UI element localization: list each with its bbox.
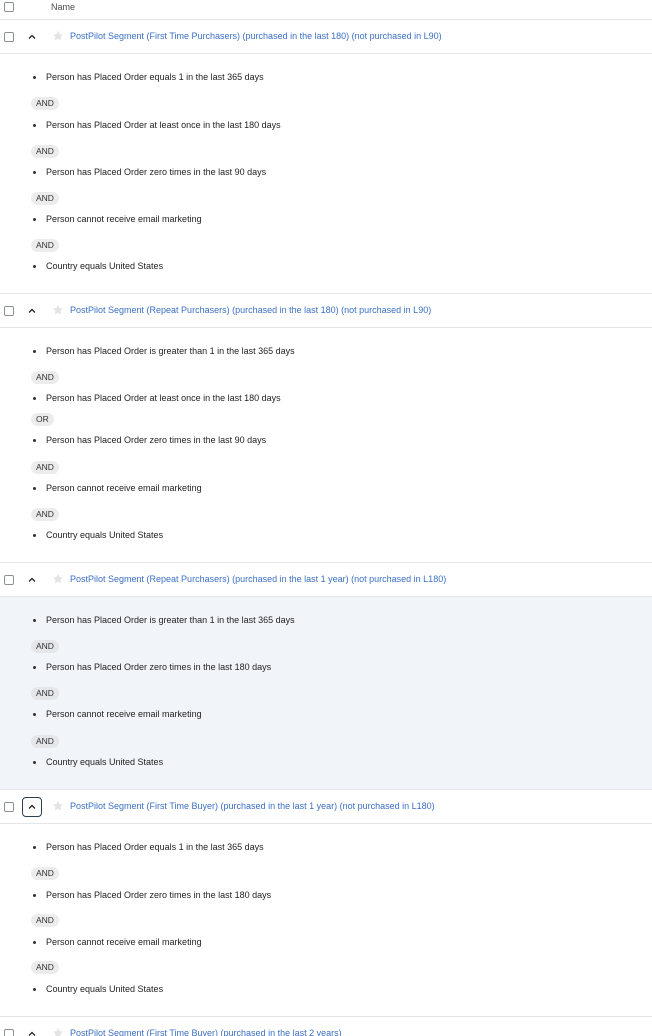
chevron-up-icon[interactable] xyxy=(22,27,42,47)
segment-row[interactable]: PostPilot Segment (First Time Buyer) (pu… xyxy=(0,790,652,824)
star-icon[interactable] xyxy=(51,29,65,43)
condition-item: Person has Placed Order equals 1 in the … xyxy=(33,72,264,82)
segment-name-link[interactable]: PostPilot Segment (First Time Buyer) (pu… xyxy=(70,801,435,811)
operator-badge: AND xyxy=(31,192,59,205)
operator-badge: AND xyxy=(31,867,59,880)
star-icon[interactable] xyxy=(51,303,65,317)
segment-definition: Person has Placed Order is greater than … xyxy=(0,328,652,563)
chevron-up-icon[interactable] xyxy=(22,570,42,590)
condition-item: Country equals United States xyxy=(33,261,163,271)
chevron-up-icon[interactable] xyxy=(22,797,42,817)
condition-item: Country equals United States xyxy=(33,530,163,540)
row-checkbox[interactable] xyxy=(4,575,14,585)
operator-badge: AND xyxy=(31,640,59,653)
operator-badge: AND xyxy=(31,914,59,927)
segment-name-link[interactable]: PostPilot Segment (First Time Purchasers… xyxy=(70,31,442,41)
select-all-checkbox[interactable] xyxy=(4,2,14,12)
operator-badge: AND xyxy=(31,371,59,384)
condition-item: Person has Placed Order at least once in… xyxy=(33,393,281,403)
condition-item: Person cannot receive email marketing xyxy=(33,937,202,947)
segment-definition: Person has Placed Order is greater than … xyxy=(0,597,652,790)
condition-item: Person has Placed Order zero times in th… xyxy=(33,662,271,672)
operator-badge: AND xyxy=(31,97,59,110)
operator-badge: AND xyxy=(31,145,59,158)
segment-row[interactable]: PostPilot Segment (Repeat Purchasers) (p… xyxy=(0,563,652,597)
operator-badge: AND xyxy=(31,961,59,974)
chevron-up-icon[interactable] xyxy=(22,1024,42,1036)
name-column-header[interactable]: Name xyxy=(51,2,75,12)
row-checkbox[interactable] xyxy=(4,306,14,316)
row-checkbox[interactable] xyxy=(4,1029,14,1036)
operator-badge: AND xyxy=(31,735,59,748)
star-icon[interactable] xyxy=(51,1026,65,1036)
condition-item: Person cannot receive email marketing xyxy=(33,709,202,719)
condition-item: Person cannot receive email marketing xyxy=(33,214,202,224)
segment-row[interactable]: PostPilot Segment (First Time Buyer) (pu… xyxy=(0,1017,652,1036)
segment-definition: Person has Placed Order equals 1 in the … xyxy=(0,54,652,294)
condition-item: Person has Placed Order zero times in th… xyxy=(33,890,271,900)
condition-item: Person has Placed Order is greater than … xyxy=(33,346,295,356)
row-checkbox[interactable] xyxy=(4,802,14,812)
operator-badge: AND xyxy=(31,239,59,252)
condition-item: Person cannot receive email marketing xyxy=(33,483,202,493)
table-header: Name xyxy=(0,0,652,20)
segment-name-link[interactable]: PostPilot Segment (Repeat Purchasers) (p… xyxy=(70,305,431,315)
star-icon[interactable] xyxy=(51,799,65,813)
star-icon[interactable] xyxy=(51,572,65,586)
segment-name-link[interactable]: PostPilot Segment (First Time Buyer) (pu… xyxy=(70,1028,342,1036)
condition-item: Person has Placed Order zero times in th… xyxy=(33,167,266,177)
operator-badge: AND xyxy=(31,687,59,700)
chevron-up-icon[interactable] xyxy=(22,301,42,321)
operator-badge: AND xyxy=(31,461,59,474)
row-checkbox[interactable] xyxy=(4,32,14,42)
operator-badge: OR xyxy=(31,413,54,426)
condition-item: Country equals United States xyxy=(33,757,163,767)
condition-item: Person has Placed Order is greater than … xyxy=(33,615,295,625)
operator-badge: AND xyxy=(31,508,59,521)
segment-definition: Person has Placed Order equals 1 in the … xyxy=(0,824,652,1017)
segment-name-link[interactable]: PostPilot Segment (Repeat Purchasers) (p… xyxy=(70,574,446,584)
segment-row[interactable]: PostPilot Segment (First Time Purchasers… xyxy=(0,20,652,54)
condition-item: Country equals United States xyxy=(33,984,163,994)
segment-row[interactable]: PostPilot Segment (Repeat Purchasers) (p… xyxy=(0,294,652,328)
condition-item: Person has Placed Order zero times in th… xyxy=(33,435,266,445)
condition-item: Person has Placed Order at least once in… xyxy=(33,120,281,130)
condition-item: Person has Placed Order equals 1 in the … xyxy=(33,842,264,852)
